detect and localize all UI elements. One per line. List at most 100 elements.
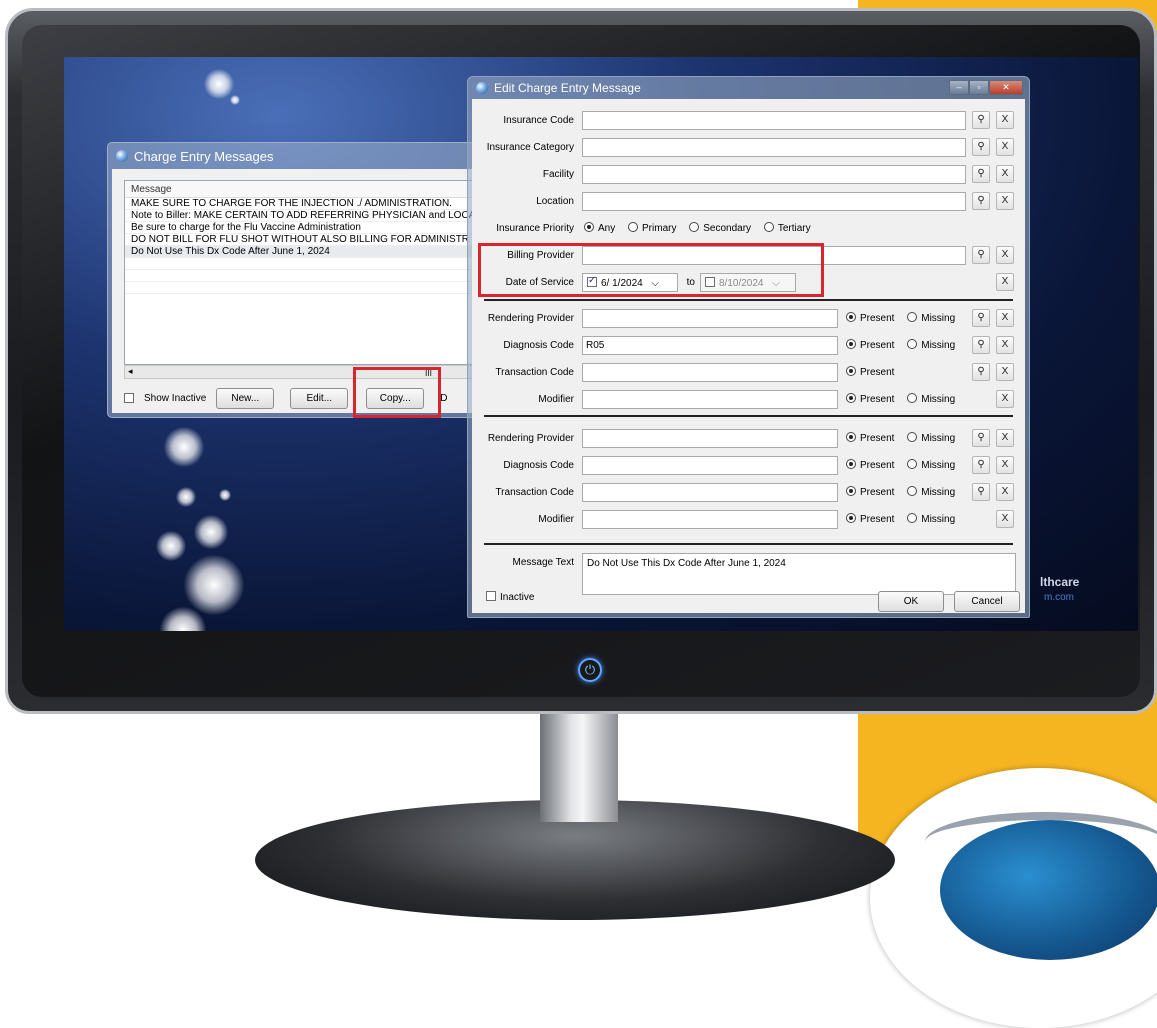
- list-item-selected[interactable]: Do Not Use This Dx Code After June 1, 20…: [125, 246, 483, 258]
- diagnosis-code-input[interactable]: [582, 456, 838, 475]
- list-item[interactable]: DO NOT BILL FOR FLU SHOT WITHOUT ALSO BI…: [125, 234, 483, 246]
- diagnosis-code-clear-button[interactable]: X: [996, 336, 1014, 354]
- present-option[interactable]: Present: [846, 459, 895, 471]
- app-icon: [476, 82, 488, 94]
- priority-secondary-label: Secondary: [703, 223, 752, 234]
- maximize-button[interactable]: ▫: [969, 80, 989, 95]
- edit-button[interactable]: Edit...: [290, 387, 349, 409]
- missing-option[interactable]: Missing: [907, 393, 956, 405]
- search-icon: ⚲: [977, 459, 985, 470]
- present-option[interactable]: Present: [846, 432, 894, 444]
- insurance-code-clear-button[interactable]: X: [996, 111, 1014, 129]
- ok-button[interactable]: OK: [878, 591, 944, 612]
- new-button[interactable]: New...: [216, 387, 275, 409]
- rendering-provider-label: Rendering Provider: [487, 313, 574, 324]
- radio-icon: [907, 432, 918, 442]
- power-button[interactable]: ⏻: [578, 658, 602, 682]
- close-button[interactable]: ✕: [989, 80, 1023, 95]
- transaction-code-search-button[interactable]: ⚲: [972, 483, 990, 501]
- wallpaper-bubble: [219, 489, 231, 501]
- transaction-code-presence: Present: [846, 366, 904, 378]
- insurance-priority-radio-group: Any Primary Secondary Tertiary: [584, 222, 821, 234]
- diagnosis-code-search-button[interactable]: ⚲: [972, 456, 990, 474]
- insurance-category-input[interactable]: [582, 138, 966, 157]
- transaction-code-clear-button[interactable]: X: [996, 483, 1014, 501]
- missing-option[interactable]: Missing: [907, 432, 955, 444]
- facility-clear-button[interactable]: X: [996, 165, 1014, 183]
- missing-label: Missing: [921, 394, 956, 405]
- present-option[interactable]: Present: [846, 339, 895, 351]
- missing-label: Missing: [921, 340, 956, 351]
- modifier-clear-button[interactable]: X: [996, 390, 1014, 408]
- rendering-provider-search-button[interactable]: ⚲: [972, 429, 990, 447]
- diagnosis-code-search-button[interactable]: ⚲: [972, 336, 990, 354]
- modifier-input[interactable]: [582, 390, 838, 409]
- message-text-area[interactable]: Do Not Use This Dx Code After June 1, 20…: [582, 553, 1016, 595]
- insurance-category-search-button[interactable]: ⚲: [972, 138, 990, 156]
- facility-input[interactable]: [582, 165, 966, 184]
- inactive-option[interactable]: Inactive: [486, 591, 534, 603]
- present-label: Present: [860, 460, 895, 471]
- present-option[interactable]: Present: [846, 513, 894, 525]
- modifier-label: Modifier: [538, 394, 574, 405]
- missing-option[interactable]: Missing: [907, 339, 956, 351]
- rendering-provider-clear-button[interactable]: X: [996, 429, 1014, 447]
- transaction-code-input[interactable]: [582, 363, 838, 382]
- delete-button-partial[interactable]: D: [440, 393, 447, 404]
- transaction-code-input[interactable]: [582, 483, 838, 502]
- radio-icon: [907, 393, 918, 403]
- radio-selected-icon: [846, 393, 856, 403]
- insurance-code-search-button[interactable]: ⚲: [972, 111, 990, 129]
- priority-primary-option[interactable]: Primary: [628, 222, 676, 234]
- present-option[interactable]: Present: [846, 393, 894, 405]
- insurance-category-clear-button[interactable]: X: [996, 138, 1014, 156]
- section-divider: [484, 415, 1013, 417]
- present-option[interactable]: Present: [846, 366, 894, 378]
- list-item[interactable]: MAKE SURE TO CHARGE FOR THE INJECTION ./…: [125, 198, 483, 210]
- close-icon: ✕: [1002, 82, 1010, 92]
- list-item[interactable]: Be sure to charge for the Flu Vaccine Ad…: [125, 222, 483, 234]
- logo-globe: [940, 820, 1157, 960]
- missing-option[interactable]: Missing: [907, 486, 955, 498]
- list-item[interactable]: Note to Biller: MAKE CERTAIN TO ADD REFE…: [125, 210, 483, 222]
- rendering-provider-input[interactable]: [582, 309, 838, 328]
- present-label: Present: [860, 313, 895, 324]
- insurance-code-input[interactable]: [582, 111, 966, 130]
- rendering-provider-clear-button[interactable]: X: [996, 309, 1014, 327]
- priority-any-option[interactable]: Any: [584, 222, 615, 234]
- present-label: Present: [860, 340, 895, 351]
- transaction-code-clear-button[interactable]: X: [996, 363, 1014, 381]
- rendering-provider-input[interactable]: [582, 429, 838, 448]
- facility-label: Facility: [542, 169, 574, 180]
- missing-option[interactable]: Missing: [907, 312, 955, 324]
- column-header-message[interactable]: Message: [125, 181, 483, 198]
- billing-provider-clear-button[interactable]: X: [996, 246, 1014, 264]
- missing-option[interactable]: Missing: [907, 459, 955, 471]
- billing-provider-search-button[interactable]: ⚲: [972, 246, 990, 264]
- location-clear-button[interactable]: X: [996, 192, 1014, 210]
- cancel-button[interactable]: Cancel: [954, 591, 1020, 612]
- location-input[interactable]: [582, 192, 966, 211]
- diagnosis-code-clear-button[interactable]: X: [996, 456, 1014, 474]
- maximize-icon: ▫: [977, 82, 981, 92]
- scroll-left-icon[interactable]: ◂: [128, 366, 133, 377]
- missing-option[interactable]: Missing: [907, 513, 955, 525]
- facility-search-button[interactable]: ⚲: [972, 165, 990, 183]
- minimize-button[interactable]: –: [949, 80, 969, 95]
- priority-tertiary-option[interactable]: Tertiary: [763, 222, 811, 234]
- priority-secondary-option[interactable]: Secondary: [689, 222, 752, 234]
- modifier-input[interactable]: [582, 510, 838, 529]
- date-of-service-clear-button[interactable]: X: [996, 273, 1014, 291]
- inactive-checkbox[interactable]: [486, 591, 496, 601]
- rendering-provider-search-button[interactable]: ⚲: [972, 309, 990, 327]
- location-search-button[interactable]: ⚲: [972, 192, 990, 210]
- show-inactive-checkbox[interactable]: [124, 393, 134, 403]
- window-title: Charge Entry Messages: [134, 148, 274, 164]
- rendering-provider-presence: Present Missing: [846, 312, 965, 324]
- present-option[interactable]: Present: [846, 312, 895, 324]
- search-icon: ⚲: [977, 486, 985, 497]
- transaction-code-search-button[interactable]: ⚲: [972, 363, 990, 381]
- modifier-clear-button[interactable]: X: [996, 510, 1014, 528]
- present-option[interactable]: Present: [846, 486, 894, 498]
- diagnosis-code-input[interactable]: R05: [582, 336, 838, 355]
